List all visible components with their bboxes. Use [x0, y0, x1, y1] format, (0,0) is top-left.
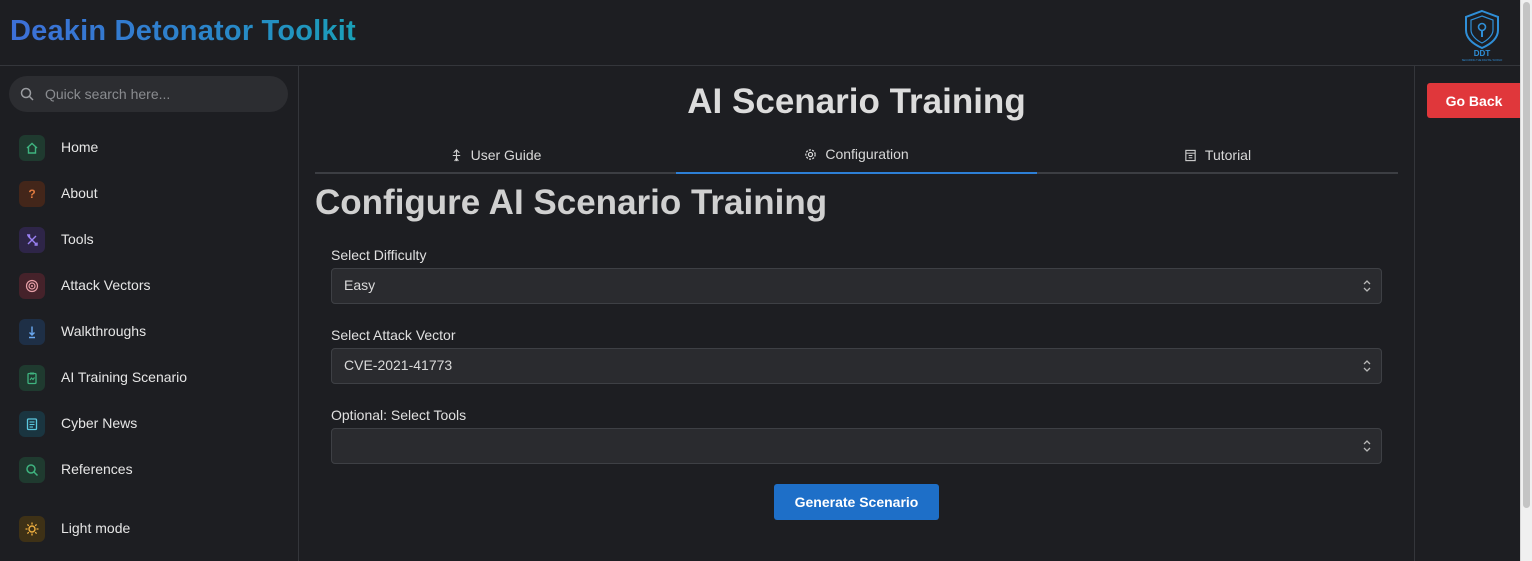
scrollbar-thumb[interactable]	[1523, 2, 1530, 508]
tools-icon	[19, 227, 45, 253]
search-box[interactable]	[9, 76, 288, 112]
tab-label: Configuration	[825, 146, 909, 162]
tab-configuration[interactable]: Configuration	[676, 136, 1037, 174]
sun-icon	[19, 516, 45, 542]
select-caret-icon	[1363, 280, 1371, 292]
difficulty-value: Easy	[344, 277, 376, 293]
search-icon	[20, 87, 34, 101]
sidebar-item-cyber-news[interactable]: Cyber News	[0, 405, 298, 445]
sidebar-item-home[interactable]: Home	[0, 129, 298, 169]
theme-toggle[interactable]: Light mode	[0, 510, 298, 550]
app-header: Deakin Detonator Toolkit DDT SECURING TH…	[0, 0, 1520, 66]
tab-tutorial[interactable]: Tutorial	[1037, 136, 1398, 174]
attack-vector-label: Select Attack Vector	[331, 327, 456, 343]
difficulty-label: Select Difficulty	[331, 247, 427, 263]
sidebar-item-tools[interactable]: Tools	[0, 221, 298, 261]
attack-vector-value: CVE-2021-41773	[344, 357, 453, 373]
settings-icon	[805, 148, 817, 160]
difficulty-select[interactable]: Easy	[331, 268, 1382, 304]
sidebar-item-label: Attack Vectors	[61, 277, 151, 293]
sidebar-item-label: Cyber News	[61, 415, 138, 431]
sidebar: Home ? About Tools Attack Vectors Walkth…	[0, 66, 299, 561]
search-icon	[19, 457, 45, 483]
select-caret-icon	[1363, 360, 1371, 372]
page-title: AI Scenario Training	[687, 82, 1026, 121]
svg-text:DDT: DDT	[1474, 49, 1491, 58]
pointer-icon	[19, 319, 45, 345]
sidebar-item-label: About	[61, 185, 98, 201]
section-title: Configure AI Scenario Training	[315, 183, 828, 222]
app-title: Deakin Detonator Toolkit	[10, 15, 356, 47]
sidebar-item-label: AI Training Scenario	[61, 369, 188, 385]
sidebar-item-label: References	[61, 461, 133, 477]
news-icon	[19, 411, 45, 437]
generate-scenario-button[interactable]: Generate Scenario	[774, 484, 939, 520]
tab-label: Tutorial	[1204, 147, 1252, 163]
question-icon: ?	[19, 181, 45, 207]
svg-text:SECURING THE DIGITAL WORLD: SECURING THE DIGITAL WORLD	[1462, 58, 1503, 62]
sidebar-item-about[interactable]: ? About	[0, 175, 298, 215]
sidebar-item-references[interactable]: References	[0, 451, 298, 491]
tab-bar: User Guide Configuration Tutorial	[315, 136, 1398, 174]
tab-label: User Guide	[470, 147, 542, 163]
ddt-logo[interactable]: DDT SECURING THE DIGITAL WORLD	[1456, 8, 1508, 62]
target-icon	[19, 273, 45, 299]
tools-label: Optional: Select Tools	[331, 407, 467, 423]
clipboard-icon	[19, 365, 45, 391]
sidebar-item-label: Tools	[61, 231, 94, 247]
tutorial-icon	[1185, 149, 1196, 161]
go-back-button[interactable]: Go Back	[1427, 83, 1521, 118]
attack-vector-select[interactable]: CVE-2021-41773	[331, 348, 1382, 384]
main-content: AI Scenario Training User Guide Configur…	[299, 66, 1414, 561]
right-panel: Go Back	[1414, 66, 1521, 561]
sidebar-item-ai-training-scenario[interactable]: AI Training Scenario	[0, 359, 298, 399]
tab-user-guide[interactable]: User Guide	[315, 136, 676, 174]
tools-select[interactable]	[331, 428, 1382, 464]
guide-icon	[452, 148, 460, 161]
page-scrollbar[interactable]	[1520, 0, 1532, 561]
search-input[interactable]	[45, 76, 281, 112]
theme-toggle-label: Light mode	[61, 520, 131, 536]
sidebar-item-walkthroughs[interactable]: Walkthroughs	[0, 313, 298, 353]
home-icon	[19, 135, 45, 161]
sidebar-item-label: Walkthroughs	[61, 323, 147, 339]
sidebar-item-label: Home	[61, 139, 99, 155]
select-caret-icon	[1363, 440, 1371, 452]
sidebar-item-attack-vectors[interactable]: Attack Vectors	[0, 267, 298, 307]
